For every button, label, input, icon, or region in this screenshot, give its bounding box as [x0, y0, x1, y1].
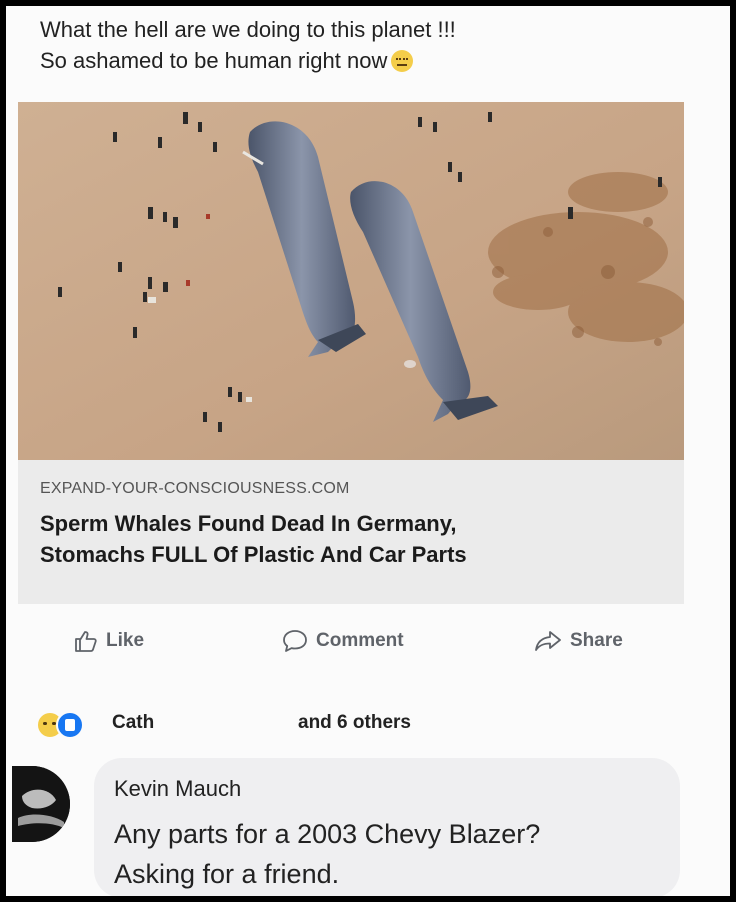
- like-reaction-icon: [56, 711, 84, 739]
- comment-bubble: Kevin Mauch Any parts for a 2003 Chevy B…: [94, 758, 680, 896]
- comment-button[interactable]: Comment: [282, 626, 404, 656]
- comment-text-line-2: Asking for a friend.: [114, 859, 340, 889]
- link-title-line-1: Sperm Whales Found Dead In Germany,: [40, 511, 457, 536]
- thumbs-up-icon: [75, 631, 97, 652]
- like-label: Like: [106, 630, 145, 651]
- post-text-line-1: What the hell are we doing to this plane…: [40, 17, 456, 42]
- comment-bubble-icon: [283, 630, 307, 652]
- reaction-others: and 6 others: [298, 712, 411, 733]
- link-title-line-2: Stomachs FULL Of Plastic And Car Parts: [40, 542, 467, 567]
- avatar[interactable]: [12, 766, 70, 842]
- share-button[interactable]: Share: [534, 626, 623, 656]
- worried-face-emoji-icon: [391, 50, 414, 72]
- comment-label: Comment: [316, 630, 404, 651]
- avatar-photo: [12, 766, 70, 842]
- share-arrow-icon: [535, 631, 561, 651]
- post-action-bar: Like Comment Share: [18, 616, 684, 670]
- like-button[interactable]: Like: [74, 626, 144, 656]
- post-text: What the hell are we doing to this plane…: [40, 14, 700, 76]
- comment-text-line-1: Any parts for a 2003 Chevy Blazer?: [114, 819, 541, 849]
- post-text-line-2-content: So ashamed to be human right now: [40, 48, 388, 73]
- comment-text: Any parts for a 2003 Chevy Blazer? Askin…: [114, 814, 674, 894]
- reactions-summary[interactable]: Cath and 6 others: [36, 708, 436, 739]
- reaction-name: Cath: [112, 712, 155, 733]
- comment-author[interactable]: Kevin Mauch: [114, 776, 241, 802]
- beached-whales-photo: [18, 102, 684, 460]
- share-label: Share: [570, 630, 623, 651]
- post-frame: What the hell are we doing to this plane…: [6, 6, 730, 896]
- post-text-line-2: So ashamed to be human right now: [40, 45, 700, 76]
- link-domain: EXPAND-YOUR-CONSCIOUSNESS.COM: [40, 480, 350, 497]
- link-title[interactable]: Sperm Whales Found Dead In Germany, Stom…: [40, 508, 660, 570]
- link-preview-card[interactable]: EXPAND-YOUR-CONSCIOUSNESS.COM Sperm Whal…: [18, 102, 684, 604]
